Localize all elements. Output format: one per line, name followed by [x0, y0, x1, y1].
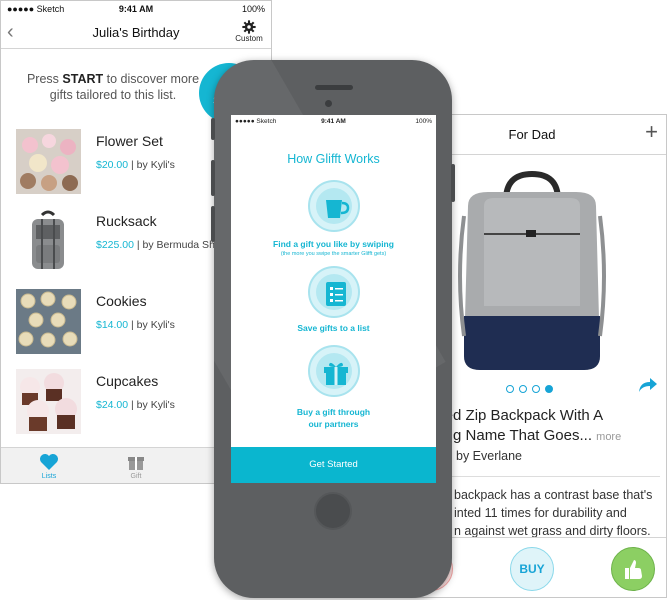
- product-description: backpack has a contrast base that's inte…: [454, 486, 666, 540]
- step-1-subtitle: (the more you swipe the smarter Glifft g…: [280, 251, 387, 257]
- share-button[interactable]: [638, 377, 658, 398]
- item-price-line: $225.00 | by Bermuda Sh: [96, 239, 215, 251]
- gear-icon: [242, 20, 256, 34]
- battery-label: 100%: [241, 4, 265, 14]
- status-bar: ●●●●● Sketch 9:41 AM 100%: [1, 1, 271, 17]
- divider: [438, 476, 660, 477]
- item-name: Cupcakes: [96, 373, 159, 389]
- step-3-title-line-1: Buy a gift through: [296, 407, 371, 417]
- step-3-title-line-2: our partners: [308, 419, 359, 429]
- front-camera: [325, 100, 332, 107]
- item-thumbnail: [16, 369, 81, 434]
- clock: 9:41 AM: [321, 118, 346, 125]
- tab-lists[interactable]: Lists: [19, 453, 79, 480]
- battery-label: 100%: [415, 118, 432, 125]
- carousel-dot-active[interactable]: [545, 385, 553, 393]
- carousel-dot[interactable]: [519, 385, 527, 393]
- step-3-illustration: [308, 345, 360, 397]
- share-arrow-icon: [639, 378, 657, 392]
- get-started-button[interactable]: Get Started: [231, 447, 436, 483]
- carousel-dot[interactable]: [532, 385, 540, 393]
- more-link[interactable]: more: [596, 431, 621, 443]
- item-price: $20.00: [96, 159, 129, 171]
- product-title: pped Zip Backpack With A Long Name That …: [428, 406, 666, 447]
- carousel-dots[interactable]: [506, 380, 558, 398]
- volume-down-button: [211, 206, 215, 242]
- home-button: [314, 492, 352, 530]
- item-name: Cookies: [96, 293, 147, 309]
- item-name: Flower Set: [96, 133, 163, 149]
- cup-icon: [326, 200, 350, 218]
- phone-frame: ●●●●● Sketch 9:41 AM 100% How Glifft Wor…: [211, 60, 455, 598]
- item-vendor: | by Kyli's: [128, 159, 175, 171]
- product-vendor: by Everlane: [456, 449, 523, 463]
- promo-keyword: START: [62, 72, 104, 86]
- step-3-title: Buy a gift through our partners: [231, 406, 436, 430]
- step-1-illustration: [308, 180, 360, 232]
- custom-label: Custom: [235, 34, 263, 43]
- step-2-title: Save gifts to a list: [297, 323, 370, 333]
- heart-icon: [40, 454, 58, 470]
- nav-bar: ‹ Julia's Birthday Custom: [1, 17, 271, 49]
- list-icon: [326, 282, 346, 306]
- mute-switch: [211, 118, 215, 140]
- add-icon[interactable]: +: [645, 121, 658, 143]
- item-thumbnail: [16, 289, 81, 354]
- product-title-line-2: Long Name That Goes...: [428, 427, 592, 444]
- speaker-grille: [315, 85, 353, 90]
- tab-label: Gift: [130, 473, 142, 480]
- item-price: $225.00: [96, 239, 134, 251]
- item-price-line: $24.00 | by Kyli's: [96, 399, 175, 411]
- step-2-illustration: [308, 266, 360, 318]
- power-button: [451, 164, 455, 202]
- onboarding-heading: How Glifft Works: [287, 152, 380, 166]
- gift-icon: [128, 457, 144, 470]
- desc-line-2: inted 11 times for durability and: [454, 506, 627, 520]
- carousel-dot[interactable]: [506, 385, 514, 393]
- desc-line-1: backpack has a contrast base that's: [454, 488, 653, 502]
- volume-up-button: [211, 160, 215, 196]
- promo-text: Press START to discover more gifts tailo…: [23, 71, 203, 103]
- custom-button[interactable]: Custom: [231, 20, 267, 43]
- gift-icon: [324, 362, 348, 385]
- item-thumbnail: [16, 129, 81, 194]
- item-name: Rucksack: [96, 213, 157, 229]
- status-bar: ●●●●● Sketch 9:41 AM 100%: [231, 115, 436, 129]
- product-title-line-1: pped Zip Backpack With A: [428, 407, 604, 424]
- item-price: $14.00: [96, 319, 129, 331]
- thumbs-up-icon: [625, 560, 642, 579]
- item-price-line: $20.00 | by Kyli's: [96, 159, 175, 171]
- like-button[interactable]: [611, 547, 655, 591]
- clock: 9:41 AM: [118, 4, 154, 14]
- item-price-line: $14.00 | by Kyli's: [96, 319, 175, 331]
- promo-before: Press: [26, 72, 63, 86]
- item-vendor: | by Kyli's: [128, 319, 175, 331]
- tab-label: Lists: [41, 473, 57, 480]
- buy-button[interactable]: BUY: [510, 547, 554, 591]
- item-vendor: | by Kyli's: [128, 399, 175, 411]
- item-price: $24.00: [96, 399, 129, 411]
- item-thumbnail: [16, 209, 81, 274]
- tab-gift[interactable]: Gift: [106, 453, 166, 480]
- onboarding-screen: ●●●●● Sketch 9:41 AM 100% How Glifft Wor…: [231, 115, 436, 483]
- step-1-title: Find a gift you like by swiping: [273, 239, 394, 249]
- item-vendor: | by Bermuda Sh: [133, 239, 215, 251]
